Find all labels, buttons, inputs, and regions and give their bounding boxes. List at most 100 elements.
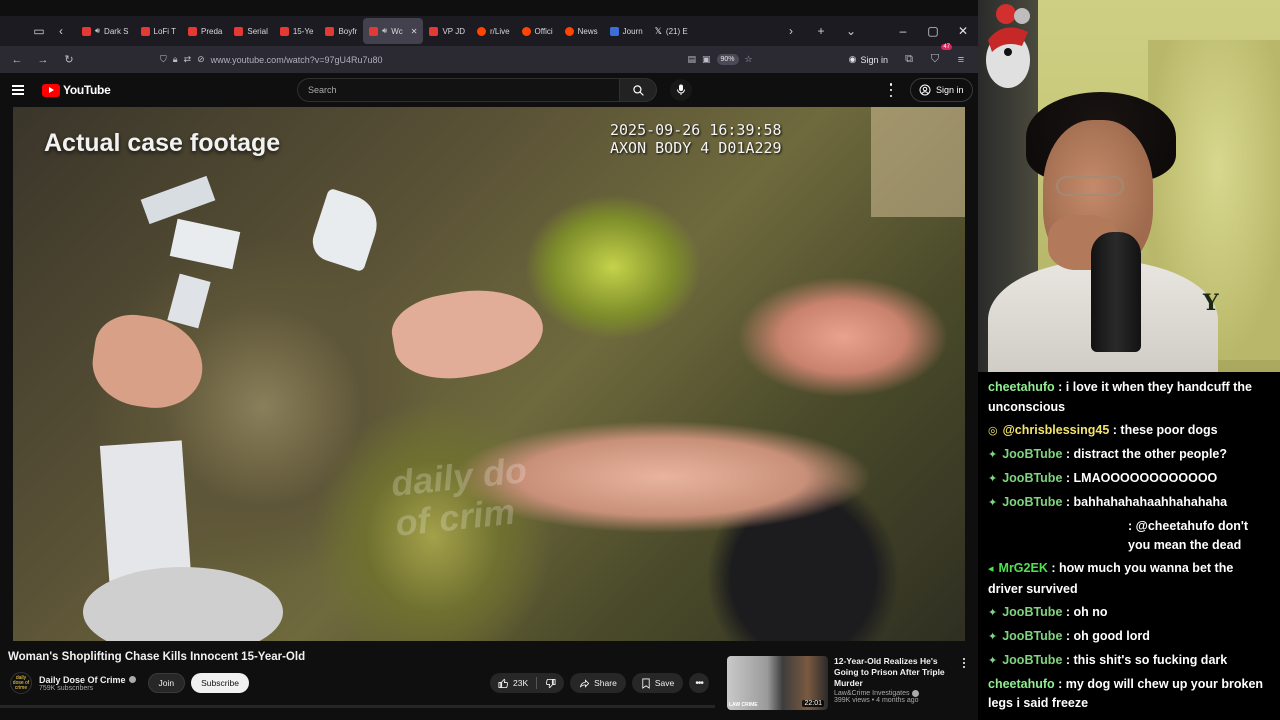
like-button[interactable]: 23K [490,673,536,693]
youtube-logo[interactable]: YouTube [42,83,111,97]
url-text[interactable]: www.youtube.com/watch?v=97gU4Ru7u80 [211,55,383,65]
x-favicon-icon: 𝕏 [654,25,662,36]
youtube-sign-in-button[interactable]: Sign in [910,78,973,102]
guide-menu-icon[interactable] [12,84,28,96]
browser-tab[interactable]: 15-Ye [274,18,320,44]
caption-overlay: Actual case footage [44,129,281,157]
stream-chat: cheetahufo : i love it when they handcuf… [978,372,1280,720]
bookmark-star-icon[interactable]: ☆ [745,54,753,65]
chat-username[interactable]: JooBTube [1002,605,1062,619]
more-actions-button[interactable]: ••• [689,673,710,693]
close-window-icon[interactable]: ✕ [948,16,978,46]
join-button[interactable]: Join [147,673,186,693]
dislike-button[interactable] [537,673,564,693]
browser-tab[interactable]: 🔊︎ Dark S [76,18,135,44]
scroll-tabs-right-icon[interactable]: › [780,20,802,42]
browser-tab[interactable]: 𝕏 (21) E [649,18,694,44]
chat-separator: : [1062,652,1074,667]
chat-username[interactable]: JooBTube [1002,629,1062,643]
permissions-icon[interactable]: ⇄ [184,54,192,65]
search-input[interactable] [297,78,619,102]
reader-view-icon[interactable]: ▤ [687,54,696,65]
url-bar[interactable]: ⛉ 🔒︎ ⇄ ⊘ www.youtube.com/watch?v=97gU4Ru… [154,49,759,71]
share-button[interactable]: Share [570,673,626,693]
chat-username[interactable]: JooBTube [1002,653,1062,667]
streamer-webcam: Y [978,0,1280,372]
tab-groups-icon[interactable]: ▭ [28,20,50,42]
tab-audio-icon[interactable]: 🔊︎ [382,26,387,36]
bodycam-timestamp-line1: 2025-09-26 16:39:58 [610,121,782,139]
close-tab-icon[interactable]: ✕ [411,27,418,36]
extension-badge: 47 [941,43,952,50]
tab-audio-icon[interactable]: 🔊︎ [95,26,100,36]
ublock-extension-icon[interactable]: ⛉ 47 [924,43,952,71]
search-button[interactable] [619,78,657,102]
channel-avatar[interactable]: daily dose of crime [10,672,32,694]
zoom-level[interactable]: 90% [716,54,739,65]
chat-message: ✦ JooBTube : bahhahahahaahhahahaha [988,493,1270,514]
back-icon[interactable]: ← [6,49,28,71]
chat-message: ✦ JooBTube : distract the other people? [988,445,1270,466]
chat-username[interactable]: cheetahufo [988,677,1055,691]
browser-tab[interactable]: r/Live [471,18,516,44]
app-menu-icon[interactable]: ≡ [950,49,972,71]
channel-name: Daily Dose Of Crime [39,674,126,685]
chat-badge-icon: ✦ [988,496,998,509]
browser-tab[interactable]: Boyfr [319,18,363,44]
browser-tab[interactable]: Offici [516,18,559,44]
autoplay-blocked-icon[interactable]: ⊘ [197,54,205,65]
browser-tab[interactable]: Serial [228,18,273,44]
chat-username[interactable]: JooBTube [1002,447,1062,461]
horizontal-scrollbar[interactable] [0,705,715,708]
lock-icon[interactable]: 🔒︎ [173,54,178,65]
extensions-icon[interactable]: ⧉ [898,49,920,71]
video-player[interactable]: Actual case footage 2025-09-26 16:39:58 … [13,107,965,641]
recommended-meta: 399K views • 4 months ago [834,697,919,704]
chat-username[interactable]: JooBTube [1002,495,1062,509]
chat-username[interactable]: cheetahufo [988,380,1055,394]
minimize-icon[interactable]: – [888,16,918,46]
maximize-icon[interactable]: ▢ [918,16,948,46]
browser-tab[interactable]: VP JD [423,18,471,44]
reload-icon[interactable]: ↻ [58,49,80,71]
chat-separator: : [1054,380,1066,394]
list-all-tabs-icon[interactable]: ⌄ [840,20,862,42]
chat-username[interactable]: @chrisblessing45 [1003,423,1110,437]
youtube-favicon-icon [188,26,198,36]
chat-username[interactable]: MrG2EK [999,561,1048,575]
voice-search-button[interactable] [670,79,692,101]
like-count: 23K [513,678,529,688]
browser-tab[interactable]: LoFi T [135,18,183,44]
subscribe-button[interactable]: Subscribe [191,673,249,693]
channel-name-link[interactable]: Daily Dose Of Crime [39,675,136,685]
scroll-tabs-left-icon[interactable]: ‹ [50,20,72,42]
settings-kebab-icon[interactable] [888,83,894,97]
litter-paper [169,218,241,270]
browser-account-button[interactable]: ◉ Sign in [849,54,888,65]
chat-username[interactable]: JooBTube [1002,471,1062,485]
recommended-title[interactable]: 12-Year-Old Realizes He's Going to Priso… [834,656,959,689]
chat-text: bahhahahahaahhahahaha [1073,494,1228,509]
save-button[interactable]: Save [631,673,684,693]
recommended-channel[interactable]: Law&Crime Investigates [834,690,909,697]
tab-label: VP JD [442,26,465,36]
pip-icon[interactable]: ▣ [702,54,711,65]
chat-separator: : [1062,446,1074,461]
browser-tab[interactable]: 🔊︎ Wc ✕ [363,18,424,44]
thumbs-up-icon [498,678,509,688]
recommended-video[interactable]: LAW CRIME 22:01 12-Year-Old Realizes He'… [727,656,972,712]
browser-tab[interactable]: Preda [182,18,228,44]
youtube-favicon-icon [82,26,91,36]
shield-icon[interactable]: ⛉ [160,54,167,65]
channel-row: daily dose of crime Daily Dose Of Crime … [10,672,255,694]
new-tab-icon[interactable]: + [810,20,832,42]
litter-paper [307,187,385,273]
chat-badge-icon: ◂ [988,563,994,575]
browser-tab[interactable]: News [559,18,604,44]
recommended-menu-icon[interactable] [962,658,966,668]
forward-icon[interactable]: → [32,49,54,71]
browser-tab[interactable]: Journ [604,18,649,44]
chat-message: ✦ JooBTube : oh no [988,603,1270,624]
recommended-thumbnail[interactable]: LAW CRIME 22:01 [727,656,828,710]
reddit-favicon-icon [521,26,531,36]
